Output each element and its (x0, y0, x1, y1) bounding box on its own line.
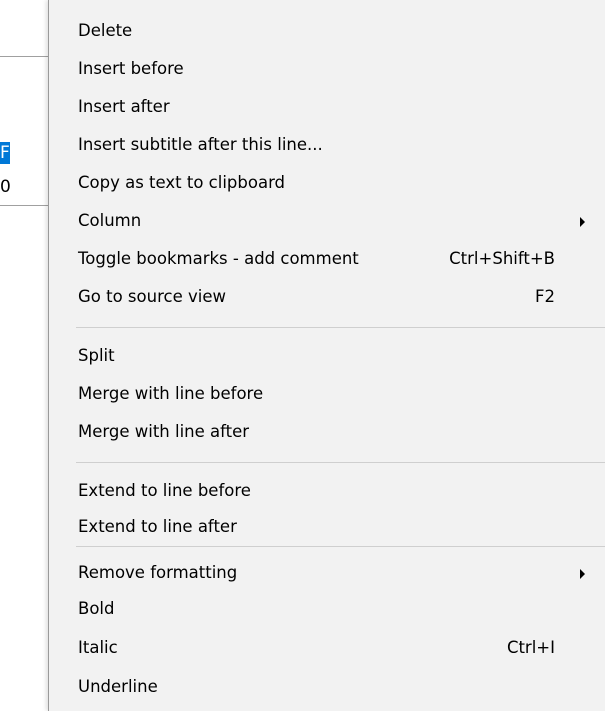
grid-cell[interactable]: 0 (0, 176, 10, 198)
menu-separator (76, 462, 605, 463)
menu-item-label: Extend to line before (78, 481, 251, 500)
menu-item-label: Insert subtitle after this line... (78, 135, 323, 154)
menu-item-delete[interactable]: Delete (49, 14, 605, 48)
menu-item-bold[interactable]: Bold (49, 592, 605, 626)
menu-item-label: Extend to line after (78, 517, 237, 536)
menu-item-extend-to-line-before[interactable]: Extend to line before (49, 474, 605, 508)
menu-separator (76, 546, 605, 547)
menu-item-label: Underline (78, 677, 158, 696)
menu-item-underline[interactable]: Underline (49, 670, 605, 704)
menu-item-label: Bold (78, 599, 115, 618)
menu-item-italic[interactable]: Italic Ctrl+I (49, 631, 605, 665)
menu-item-insert-before[interactable]: Insert before (49, 52, 605, 86)
menu-item-toggle-bookmarks[interactable]: Toggle bookmarks - add comment Ctrl+Shif… (49, 242, 605, 276)
grid-border-top (0, 56, 50, 57)
context-menu: Delete Insert before Insert after Insert… (48, 0, 605, 711)
menu-item-split[interactable]: Split (49, 339, 605, 373)
menu-item-label: Copy as text to clipboard (78, 173, 286, 192)
grid-border-bottom (0, 205, 50, 206)
menu-item-label: Delete (78, 21, 133, 40)
menu-item-shortcut: Ctrl+Shift+B (449, 249, 555, 268)
menu-item-column[interactable]: Column (49, 204, 605, 238)
menu-item-label: Italic (78, 638, 118, 657)
menu-item-shortcut: Ctrl+I (506, 638, 555, 657)
menu-item-insert-subtitle-after[interactable]: Insert subtitle after this line... (49, 128, 605, 162)
menu-item-label: Merge with line after (78, 422, 250, 441)
menu-item-label: Go to source view (78, 287, 226, 306)
menu-item-label: Split (78, 346, 115, 365)
menu-item-copy-as-text[interactable]: Copy as text to clipboard (49, 166, 605, 200)
menu-item-label: Remove formatting (78, 563, 238, 582)
menu-item-label: Toggle bookmarks - add comment (78, 249, 359, 268)
menu-item-insert-after[interactable]: Insert after (49, 90, 605, 124)
menu-separator (76, 327, 605, 328)
menu-item-remove-formatting[interactable]: Remove formatting (49, 556, 605, 590)
submenu-arrow-icon (580, 217, 585, 227)
menu-item-extend-to-line-after[interactable]: Extend to line after (49, 510, 605, 544)
menu-item-merge-with-line-before[interactable]: Merge with line before (49, 377, 605, 411)
menu-item-label: Insert before (78, 59, 184, 78)
selected-grid-cell[interactable]: F (0, 142, 10, 164)
submenu-arrow-icon (580, 569, 585, 579)
menu-item-label: Insert after (78, 97, 170, 116)
menu-item-label: Merge with line before (78, 384, 264, 403)
menu-item-merge-with-line-after[interactable]: Merge with line after (49, 415, 605, 449)
menu-item-label: Column (78, 211, 142, 230)
menu-item-go-to-source-view[interactable]: Go to source view F2 (49, 280, 605, 314)
menu-item-shortcut: F2 (535, 287, 555, 306)
